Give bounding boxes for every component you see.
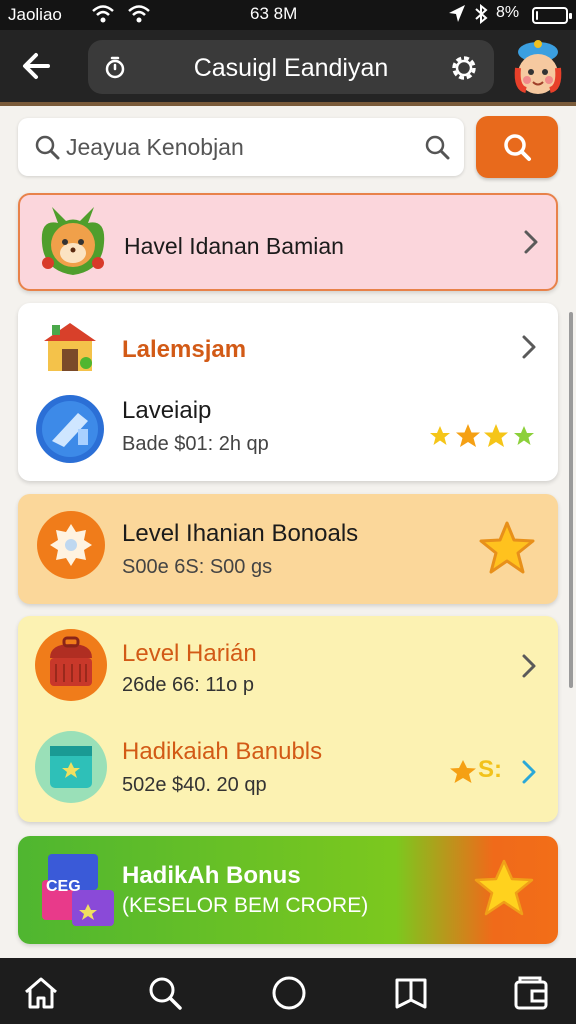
card-3-text: S00e 6S: S00 gs: [122, 556, 273, 578]
card-4-text: 26de 66: 11o p: [122, 674, 254, 696]
search-input[interactable]: Jeayua Kenobjan: [66, 134, 244, 161]
settings-gear-icon[interactable]: [448, 52, 480, 84]
page-title: Casuigl Eandiyan: [193, 54, 389, 82]
app-header: Casuigl Eandiyan: [0, 30, 576, 106]
back-arrow-icon[interactable]: [18, 46, 58, 86]
card-1-title: Havel Idanan Bamian: [124, 233, 344, 259]
wallet-icon[interactable]: [512, 974, 550, 1012]
reward-card-3[interactable]: Level Ihanian Bonoals S00e 6S: S00 gs: [18, 494, 558, 604]
home-icon[interactable]: [22, 974, 60, 1012]
avatar[interactable]: [510, 38, 566, 98]
chevron-right-icon[interactable]: [518, 758, 540, 786]
chevron-right-icon[interactable]: [518, 652, 540, 680]
battery-percent: 8%: [496, 4, 520, 21]
scrollbar[interactable]: [569, 312, 573, 688]
card-4-item-title: Hadikaiah Banubls: [122, 738, 323, 765]
card-3-title: Level Ihanian Bonoals: [122, 520, 359, 547]
carrier-name: Jaoliao: [8, 5, 62, 24]
wifi-icon-2: [128, 5, 150, 23]
house-gift-icon: [44, 323, 96, 371]
chest-icon: [35, 629, 107, 701]
search-icon: [35, 135, 60, 160]
title-bar: Casuigl Eandiyan: [88, 40, 494, 94]
search-icon[interactable]: [146, 974, 184, 1012]
card-2-title: Lalemsjam: [122, 336, 247, 363]
search-button[interactable]: [476, 116, 558, 178]
search-icon-right[interactable]: [424, 134, 450, 160]
card-4-item-text: 502e $40. 20 qp: [122, 774, 267, 796]
star-rating: [430, 424, 534, 447]
status-bar: Jaoliao 63 8M 8%: [0, 0, 576, 30]
star-icon: [450, 760, 476, 783]
bookmark-book-icon[interactable]: [392, 974, 430, 1012]
search-icon: [504, 134, 531, 161]
fox-mascot-icon: [41, 207, 105, 275]
card-4-title: Level Harián: [122, 640, 257, 667]
blue-app-icon: [36, 395, 104, 463]
wifi-icon: [92, 5, 114, 23]
chevron-right-icon[interactable]: [518, 333, 540, 361]
gift-stack-label: CEG: [46, 878, 81, 895]
star-icon: [474, 859, 534, 916]
card-2-item-text: Bade $01: 2h qp: [122, 433, 269, 455]
bonus-badge-icon: [37, 511, 105, 579]
search-box[interactable]: Jeayua Kenobjan: [18, 118, 464, 176]
banner-subtitle: (KESELOR BEM CRORE): [122, 894, 369, 917]
battery-icon: [532, 7, 572, 24]
reward-card-2[interactable]: Lalemsjam Laveiaip Bade $01: 2h qp: [18, 303, 558, 481]
banner-title: HadikAh Bonus: [122, 862, 301, 889]
bottom-nav: [0, 958, 576, 1024]
circle-icon[interactable]: [270, 974, 308, 1012]
status-time: 63 8M: [250, 4, 298, 23]
card-4-badge: S:: [478, 756, 502, 783]
bonus-banner[interactable]: CEG HadikAh Bonus (KESELOR BEM CRORE): [18, 836, 558, 944]
chevron-right-icon[interactable]: [520, 228, 542, 256]
bluetooth-icon: [475, 4, 488, 24]
location-arrow-icon: [449, 5, 465, 22]
reward-card-4[interactable]: Level Harián 26de 66: 11o p Hadikaiah Ba…: [18, 616, 558, 822]
reward-card-1[interactable]: Havel Idanan Bamian: [18, 193, 558, 291]
star-icon: [479, 521, 535, 574]
gift-box-icon: [35, 731, 107, 803]
card-2-item-title: Laveiaip: [122, 397, 212, 424]
